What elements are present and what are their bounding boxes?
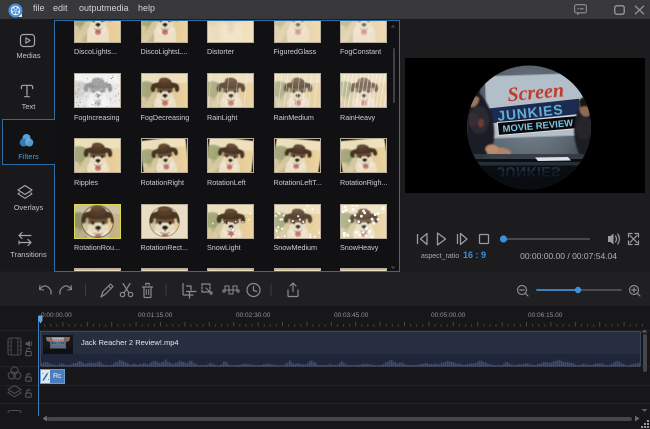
svg-text:JUNKIES: JUNKIES xyxy=(52,341,64,345)
